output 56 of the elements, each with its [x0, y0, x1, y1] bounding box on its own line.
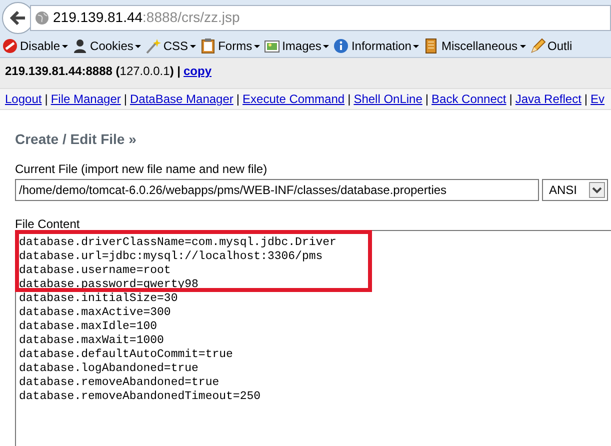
section-heading: Create / Edit File » [15, 130, 138, 149]
nav-link[interactable]: Execute Command [242, 90, 345, 108]
file-line: database.maxWait=1000 [19, 334, 165, 348]
nav-link[interactable]: Logout [5, 90, 42, 108]
toolbar-menu-button[interactable]: Forms [200, 37, 260, 55]
file-line: database.password=qwerty98 [19, 278, 200, 292]
url-host: 219.139.81.44 [53, 9, 143, 25]
file-line: database.removeAbandonedTimeout=250 [19, 390, 262, 404]
nav-link[interactable]: Ev [590, 90, 605, 108]
toolbar-menu-button[interactable]: CSS [145, 37, 196, 55]
person-icon [72, 38, 88, 54]
host-info: 219.139.81.44:8888 (127.0.0.1) | copy [5, 64, 212, 78]
nav-link[interactable]: DataBase Manager [130, 90, 234, 108]
book-icon [423, 38, 440, 54]
info-icon [333, 38, 350, 54]
field-label: File Content [15, 216, 81, 230]
file-line: database.maxActive=300 [19, 306, 172, 320]
address-field[interactable]: 219.139.81.44:8888/crs/zz.jsp [30, 4, 611, 30]
file-line: database.removeAbandoned=true [19, 376, 220, 390]
file-line: database.logAbandoned=true [19, 362, 200, 376]
file-line: database.username=root [19, 264, 172, 278]
wand-icon [145, 38, 162, 54]
copy-link[interactable]: copy [184, 64, 212, 78]
nav-link[interactable]: Back Connect [432, 90, 506, 108]
separator: | [584, 91, 588, 108]
url-path: :8888/crs/zz.jsp [142, 9, 240, 25]
toolbar-menu-button[interactable]: Miscellaneous [423, 37, 526, 55]
separator: | [124, 91, 127, 108]
nav-link[interactable]: Shell OnLine [354, 90, 422, 108]
file-line: database.initialSize=30 [19, 292, 179, 306]
separator: | [509, 91, 512, 108]
separator: | [236, 91, 240, 108]
toolbar-menu-button[interactable]: Disable [2, 37, 68, 55]
encoding-select[interactable]: ANSI [542, 179, 608, 201]
toolbar-menu-button[interactable]: Cookies [72, 37, 142, 55]
file-path-field[interactable]: /home/demo/tomcat-6.0.26/webapps/pms/WEB-INF/classes/database.properties [15, 179, 539, 201]
pencil-icon [530, 38, 546, 54]
toolbar-menu-button[interactable]: Images [264, 37, 330, 55]
picture-icon [264, 38, 280, 54]
stop-sign-icon [2, 38, 18, 54]
file-line: database.driverClassName=com.mysql.jdbc.Driver [19, 236, 338, 250]
back-arrow-icon [10, 10, 26, 24]
separator: | [44, 91, 48, 108]
file-line: database.maxIdle=100 [19, 320, 158, 334]
file-line: database.url=jdbc:mysql://localhost:3306/pms [19, 250, 324, 264]
field-label: Current File (import new file name and new file) [15, 161, 268, 178]
separator: | [348, 91, 351, 108]
nav-link[interactable]: File Manager [50, 90, 121, 108]
clipboard-icon [200, 38, 216, 54]
file-content-textarea[interactable] [15, 230, 611, 446]
toolbar-menu-button[interactable]: Outli [530, 37, 572, 55]
file-line: database.defaultAutoCommit=true [19, 348, 234, 362]
toolbar-menu-button[interactable]: Information [333, 37, 420, 55]
nav-link[interactable]: Java Reflect [515, 90, 582, 108]
globe-icon [35, 10, 49, 24]
separator: | [425, 91, 429, 108]
